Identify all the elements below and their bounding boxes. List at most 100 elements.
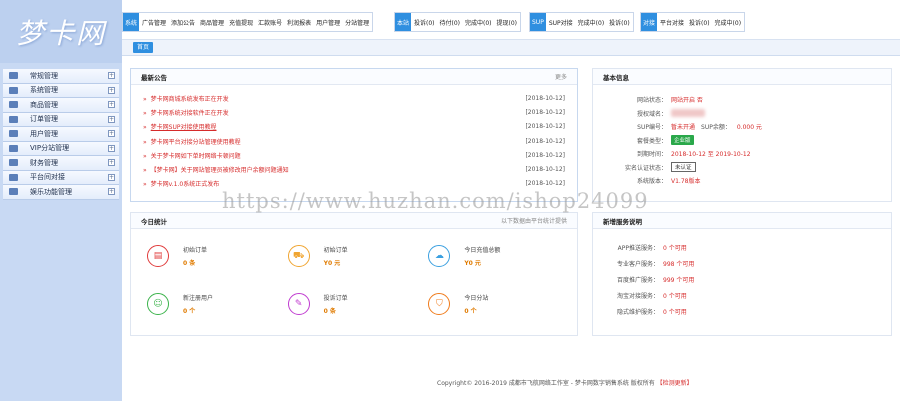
toolbar-link[interactable]: 完成中(0): [465, 18, 492, 27]
sidebar-item-label: VIP分站管理: [30, 144, 70, 153]
notice-title[interactable]: 梦卡网系统对接软件正在开发: [151, 110, 229, 117]
stat-orders[interactable]: ▤ 初始订单 0 条: [143, 237, 284, 275]
sidebar-item-integration[interactable]: 平台间对接 +: [3, 170, 119, 185]
stat-complaints[interactable]: ✎ 投诉订单 0 条: [284, 285, 425, 323]
notice-title[interactable]: 【梦卡网】关于网站管理员被修改用户余额问题通知: [151, 167, 289, 174]
notice-date: [2018-10-12]: [525, 137, 565, 145]
folder-icon: [9, 173, 18, 181]
toolbar-link[interactable]: SUP对接: [549, 18, 573, 27]
expand-icon[interactable]: +: [108, 115, 115, 123]
notice-date: [2018-10-12]: [525, 180, 565, 188]
notice-item[interactable]: » 梦卡网SUP对接使用教程 [2018-10-12]: [143, 120, 565, 134]
toolbar-link[interactable]: 汇款账号: [258, 18, 282, 27]
stat-label: 今日分站: [464, 295, 489, 302]
tab-home[interactable]: 首页: [133, 42, 154, 53]
sidebar-item-orders[interactable]: 订单管理 +: [3, 112, 119, 127]
expand-icon[interactable]: +: [108, 72, 115, 80]
check-update-link[interactable]: 【检测更新】: [657, 380, 693, 387]
info-row: 网站状态： 网站开启 否: [593, 93, 891, 107]
redacted-domain: [671, 109, 705, 118]
notice-date: [2018-10-12]: [525, 108, 565, 116]
info-label: SUP编号：: [637, 124, 667, 132]
expand-icon[interactable]: +: [108, 144, 115, 152]
info-row: 到期时间： 2018-10-12 至 2019-10-12: [593, 147, 891, 161]
notice-item[interactable]: » 梦卡网v.1.0系统正式发布 [2018-10-12]: [143, 177, 565, 191]
notice-title[interactable]: 梦卡网商城系统发布正在开发: [151, 96, 229, 103]
toolbar-link[interactable]: 完成中(0): [715, 18, 742, 27]
stats-panel: 今日统计 以下数据由平台统计提供 ▤ 初始订单 0 条 ⛟ 初始订单 Y0 元 ☁ 今日充…: [130, 212, 578, 336]
notice-title[interactable]: 关于梦卡网如下单时网络卡顿问题: [151, 153, 241, 160]
user-icon: ☺: [147, 293, 169, 315]
toolbar-link[interactable]: 投诉(0): [414, 18, 435, 27]
toolbar-link[interactable]: 充值提现: [229, 18, 253, 27]
info-label: 到期时间：: [636, 151, 667, 159]
panel-title: 今日统计: [141, 217, 167, 226]
service-value: 998 个可用: [663, 260, 695, 268]
stat-label: 初始订单: [183, 247, 208, 254]
notice-item[interactable]: » 梦卡网商城系统发布正在开发 [2018-10-12]: [143, 91, 565, 105]
sidebar-item-entertainment[interactable]: 娱乐功能管理 +: [3, 185, 119, 200]
expand-icon[interactable]: +: [108, 101, 115, 109]
expand-icon[interactable]: +: [108, 188, 115, 196]
notice-item[interactable]: » 关于梦卡网如下单时网络卡顿问题 [2018-10-12]: [143, 148, 565, 162]
service-label: 百度推广服务：: [616, 276, 659, 284]
service-value: 0 个可用: [663, 292, 687, 300]
expand-icon[interactable]: +: [108, 130, 115, 138]
plan-badge: 企业版: [671, 135, 694, 146]
group-title: 系统: [123, 13, 140, 31]
toolbar-link[interactable]: 用户管理: [316, 18, 340, 27]
notice-title[interactable]: 梦卡网平台对接分站管理使用教程: [151, 139, 241, 146]
notice-date: [2018-10-12]: [525, 151, 565, 159]
logo[interactable]: 梦卡网: [0, 0, 122, 63]
stat-label: 初始订单: [323, 247, 348, 254]
sidebar-item-products[interactable]: 商品管理 +: [3, 98, 119, 113]
edit-icon: ✎: [287, 293, 310, 315]
expand-icon[interactable]: +: [108, 86, 115, 94]
panel-title: 最新公告: [141, 73, 167, 82]
stat-label: 今日充值总额: [464, 247, 501, 254]
toolbar-link[interactable]: 商品管理: [200, 18, 224, 27]
notice-date: [2018-10-12]: [525, 94, 565, 102]
stat-value: Y0 元: [323, 260, 341, 267]
toolbar-link[interactable]: 投诉(0): [609, 18, 630, 27]
stat-recharge[interactable]: ☁ 今日充值总额 Y0 元: [424, 237, 565, 275]
sidebar-item-system[interactable]: 系统管理 +: [3, 83, 119, 98]
more-link[interactable]: 更多: [555, 72, 567, 81]
toolbar-link[interactable]: 添加公告: [171, 18, 195, 27]
toolbar-link[interactable]: 完成中(0): [578, 18, 605, 27]
notice-title[interactable]: 梦卡网SUP对接使用教程: [151, 124, 217, 131]
logo-text: 梦卡网: [15, 16, 106, 50]
toolbar-link[interactable]: 待付(0): [440, 18, 461, 27]
folder-icon: [9, 115, 18, 123]
notice-item[interactable]: » 梦卡网平台对接分站管理使用教程 [2018-10-12]: [143, 134, 565, 148]
group-title: 对接: [641, 13, 658, 31]
verify-button[interactable]: 未认证: [671, 162, 696, 173]
folder-icon: [9, 188, 18, 196]
notice-item[interactable]: » 梦卡网系统对接软件正在开发 [2018-10-12]: [143, 105, 565, 119]
notice-title[interactable]: 梦卡网v.1.0系统正式发布: [151, 181, 220, 188]
toolbar-link[interactable]: 提现(0): [497, 18, 518, 27]
stat-new-users[interactable]: ☺ 新注册用户 0 个: [143, 285, 284, 323]
info-value: 网站开启 否: [671, 97, 703, 105]
expand-icon[interactable]: +: [108, 159, 115, 167]
service-value: 0 个可用: [663, 308, 687, 316]
sidebar-item-users[interactable]: 用户管理 +: [3, 127, 119, 142]
toolbar-link[interactable]: 分站管理: [345, 18, 369, 27]
sidebar-item-general[interactable]: 常规管理 +: [3, 69, 119, 84]
toolbar-link[interactable]: 广告管理: [142, 18, 166, 27]
sidebar-item-label: 订单管理: [30, 115, 58, 124]
info-row: SUP编号： 暂未开通 SUP余额： 0.000 元: [593, 120, 891, 134]
toolbar-group-system: 系统 广告管理 添加公告 商品管理 充值提现 汇款账号 利润报表 用户管理 分站…: [122, 12, 374, 32]
stat-substations[interactable]: ⛉ 今日分站 0 个: [424, 285, 565, 323]
expand-icon[interactable]: +: [108, 173, 115, 181]
info-value: 暂未开通: [671, 124, 696, 132]
sidebar-item-finance[interactable]: 财务管理 +: [3, 156, 119, 171]
main-content: 最新公告 更多 » 梦卡网商城系统发布正在开发 [2018-10-12] » 梦卡网系…: [122, 56, 900, 401]
notice-item[interactable]: » 【梦卡网】关于网站管理员被修改用户余额问题通知 [2018-10-12]: [143, 162, 565, 176]
stat-amount[interactable]: ⛟ 初始订单 Y0 元: [284, 237, 425, 275]
toolbar-link[interactable]: 利润报表: [287, 18, 311, 27]
sidebar-nav: 常规管理 + 系统管理 + 商品管理 + 订单管理 + 用户管理 + VIP分站管理 + 财…: [0, 69, 122, 200]
toolbar-link[interactable]: 投诉(0): [689, 18, 710, 27]
sidebar-item-vip[interactable]: VIP分站管理 +: [3, 141, 119, 156]
toolbar-link[interactable]: 平台对接: [660, 18, 684, 27]
